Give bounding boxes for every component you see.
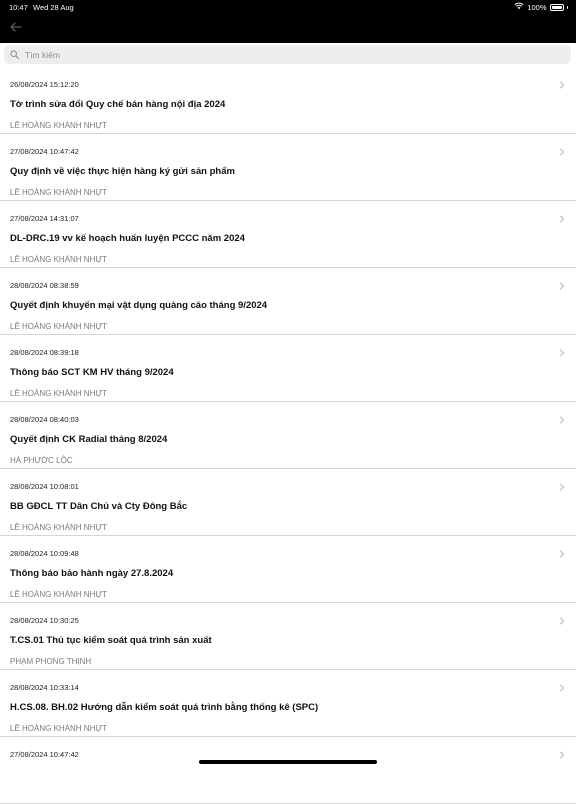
- list-item[interactable]: 28/08/2024 10:30:25 T.CS.01 Thủ tục kiểm …: [0, 603, 576, 670]
- chevron-right-icon: [559, 210, 565, 223]
- list-item[interactable]: 28/08/2024 10:08:01 BB GĐCL TT Dân Chủ và…: [0, 469, 576, 536]
- status-date: Wed 28 Aug: [33, 3, 74, 12]
- item-title: Tờ trình sửa đổi Quy chế bán hàng nội đị…: [10, 99, 226, 110]
- item-author: PHẠM PHONG THỊNH: [10, 657, 92, 666]
- battery-icon: [549, 3, 564, 11]
- item-timestamp: 28/08/2024 10:30:25: [10, 616, 79, 625]
- status-bar: 10:47 Wed 28 Aug 100%: [0, 0, 576, 14]
- item-timestamp: 28/08/2024 08:40:03: [10, 415, 79, 424]
- navigation-bar: [0, 14, 576, 43]
- item-title: Thông báo SCT KM HV tháng 9/2024: [10, 367, 174, 378]
- chevron-right-icon: [559, 277, 565, 290]
- item-author: LÊ HOÀNG KHÁNH NHỰT: [10, 255, 108, 264]
- item-title: Quyết định CK Radial tháng 8/2024: [10, 434, 168, 445]
- battery-percent: 100%: [527, 2, 547, 12]
- home-indicator: [199, 760, 377, 764]
- search-icon: [10, 46, 19, 64]
- list-item[interactable]: 27/08/2024 14:31:07 DL-DRC.19 vv kế hoạch…: [0, 201, 576, 268]
- item-title: H.CS.08. BH.02 Hướng dẫn kiểm soát quá t…: [10, 702, 319, 713]
- chevron-right-icon: [559, 411, 565, 424]
- item-author: LÊ HOÀNG KHÁNH NHỰT: [10, 590, 108, 599]
- item-title: BB GĐCL TT Dân Chủ và Cty Đông Bắc: [10, 501, 188, 512]
- item-title: T.CS.01 Thủ tục kiểm soát quá trình sản …: [10, 635, 212, 646]
- item-author: HÀ PHƯỚC LỘC: [10, 456, 73, 465]
- search-box[interactable]: [4, 45, 571, 64]
- item-author: LÊ HOÀNG KHÁNH NHỰT: [10, 121, 108, 130]
- list-item[interactable]: 28/08/2024 08:40:03 Quyết định CK Radial …: [0, 402, 576, 469]
- item-timestamp: 26/08/2024 15:12:20: [10, 80, 79, 89]
- chevron-right-icon: [559, 746, 565, 759]
- document-list: 26/08/2024 15:12:20 Tờ trình sửa đổi Quy …: [0, 67, 576, 804]
- item-author: LÊ HOÀNG KHÁNH NHỰT: [10, 188, 108, 197]
- chevron-right-icon: [559, 612, 565, 625]
- list-item[interactable]: 27/08/2024 10:47:42: [0, 737, 576, 804]
- back-button[interactable]: [8, 20, 24, 36]
- chevron-right-icon: [559, 76, 565, 89]
- item-title: Quy định về việc thực hiện hàng ký gửi s…: [10, 166, 235, 177]
- item-title: DL-DRC.19 vv kế hoạch huấn luyện PCCC nă…: [10, 233, 245, 244]
- item-timestamp: 27/08/2024 10:47:42: [10, 750, 79, 759]
- list-item[interactable]: 26/08/2024 15:12:20 Tờ trình sửa đổi Quy …: [0, 67, 576, 134]
- item-timestamp: 27/08/2024 14:31:07: [10, 214, 79, 223]
- item-timestamp: 28/08/2024 10:33:14: [10, 683, 79, 692]
- item-timestamp: 28/08/2024 08:39:18: [10, 348, 79, 357]
- item-author: LÊ HOÀNG KHÁNH NHỰT: [10, 322, 108, 331]
- item-timestamp: 27/08/2024 10:47:42: [10, 147, 79, 156]
- search-bar: [0, 43, 576, 67]
- arrow-left-icon: [10, 19, 22, 37]
- item-timestamp: 28/08/2024 08:38:59: [10, 281, 79, 290]
- list-item[interactable]: 28/08/2024 10:09:48 Thông báo bảo hành ng…: [0, 536, 576, 603]
- list-item[interactable]: 27/08/2024 10:47:42 Quy định về việc thực…: [0, 134, 576, 201]
- item-author: LÊ HOÀNG KHÁNH NHỰT: [10, 523, 108, 532]
- chevron-right-icon: [559, 545, 565, 558]
- chevron-right-icon: [559, 344, 565, 357]
- list-item[interactable]: 28/08/2024 10:33:14 H.CS.08. BH.02 Hướng …: [0, 670, 576, 737]
- wifi-icon: [514, 2, 524, 12]
- list-item[interactable]: 28/08/2024 08:38:59 Quyết định khuyến mại…: [0, 268, 576, 335]
- status-right: 100%: [514, 2, 568, 12]
- battery-tip: [566, 5, 568, 9]
- search-input[interactable]: [23, 48, 547, 61]
- item-timestamp: 28/08/2024 10:09:48: [10, 549, 79, 558]
- chevron-right-icon: [559, 478, 565, 491]
- item-title: Quyết định khuyến mại vật dụng quảng cáo…: [10, 300, 268, 311]
- item-timestamp: 28/08/2024 10:08:01: [10, 482, 79, 491]
- item-author: LÊ HOÀNG KHÁNH NHỰT: [10, 724, 108, 733]
- list-item[interactable]: 28/08/2024 08:39:18 Thông báo SCT KM HV t…: [0, 335, 576, 402]
- chevron-right-icon: [559, 679, 565, 692]
- chevron-right-icon: [559, 143, 565, 156]
- status-time: 10:47: [9, 3, 28, 12]
- item-author: LÊ HOÀNG KHÁNH NHỰT: [10, 389, 108, 398]
- item-title: Thông báo bảo hành ngày 27.8.2024: [10, 568, 174, 579]
